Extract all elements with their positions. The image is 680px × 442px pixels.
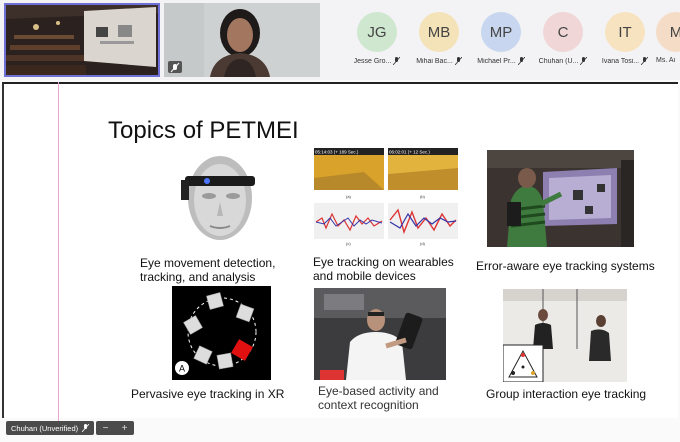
avatar: MB xyxy=(419,12,459,52)
caption-pervasive-xr: Pervasive eye tracking in XR xyxy=(131,387,285,401)
self-view-name-tag: Chuhan (Unverified) xyxy=(6,421,95,435)
timestamp-a: 05:14:03 (+ 189 Sec.) xyxy=(315,150,359,155)
mic-muted-icon xyxy=(454,57,462,65)
video-tile-room[interactable] xyxy=(4,3,160,77)
panel-label-c: (c) xyxy=(346,241,351,246)
panel-label-b: (b) xyxy=(420,194,426,199)
activity-recognition-image xyxy=(314,288,446,380)
caption-error-aware: Error-aware eye tracking systems xyxy=(476,259,655,273)
mic-muted-icon xyxy=(517,57,525,65)
timestamp-b: 06:02:01 (+ 12 Sec.) xyxy=(389,150,430,155)
participant-name: Chuhan (U... xyxy=(538,57,579,65)
caption-group-interaction: Group interaction eye tracking xyxy=(486,387,647,401)
participant-name: Mihai Bac... xyxy=(416,57,453,65)
avatar: M xyxy=(656,12,680,52)
participant-name: Ms. Ai xyxy=(656,57,676,64)
participant-tile[interactable]: IT Ivana Tosi... xyxy=(598,12,652,65)
zoom-out-button[interactable]: − xyxy=(103,423,109,434)
panel-label-a: (a) xyxy=(346,194,352,199)
error-aware-eye-tracking-image xyxy=(487,150,634,247)
participant-tile[interactable]: M Ms. Ai xyxy=(656,12,680,64)
wearable-eye-tracking-figure: 05:14:03 (+ 189 Sec.) 06:02:01 (+ 12 Sec… xyxy=(314,148,458,248)
zoom-in-button[interactable]: + xyxy=(122,423,128,434)
caption-wearables: Eye tracking on wearables and mobile dev… xyxy=(313,255,454,283)
participant-tile[interactable]: JG Jesse Gro... xyxy=(350,12,404,65)
slide-title: Topics of PETMEI xyxy=(108,117,299,144)
caption-eye-movement: Eye movement detection, tracking, and an… xyxy=(140,256,276,284)
mic-muted-icon xyxy=(641,57,649,65)
mic-muted-icon[interactable] xyxy=(82,424,90,432)
room-video xyxy=(6,5,158,75)
participant-tile[interactable]: MB Mihai Bac... xyxy=(412,12,466,65)
zoom-control: − + xyxy=(96,421,134,435)
group-interaction-image xyxy=(503,289,627,382)
xr-eye-tracking-image: A xyxy=(172,286,271,380)
caption-activity-recognition: Eye-based activity and context recogniti… xyxy=(318,384,439,412)
participant-tile[interactable]: C Chuhan (U... xyxy=(536,12,590,65)
speaker-muted-icon xyxy=(168,61,182,73)
avatar: MP xyxy=(481,12,521,52)
participant-strip: JG Jesse Gro... MB Mihai Bac... MP Micha… xyxy=(0,0,680,80)
xr-marker-label: A xyxy=(179,364,185,374)
eye-tracker-head-image xyxy=(177,150,263,250)
avatar: IT xyxy=(605,12,645,52)
avatar: JG xyxy=(357,12,397,52)
speaker-video xyxy=(164,3,320,77)
mic-muted-icon xyxy=(393,57,401,65)
participant-tile[interactable]: MP Michael Pr... xyxy=(474,12,528,65)
mic-muted-icon xyxy=(580,57,588,65)
panel-label-d: (d) xyxy=(420,241,426,246)
self-name: Chuhan (Unverified) xyxy=(11,423,79,433)
participant-name: Ivana Tosi... xyxy=(601,57,640,65)
participant-name: Michael Pr... xyxy=(477,57,516,65)
avatar: C xyxy=(543,12,583,52)
video-tile-speaker[interactable] xyxy=(164,3,320,77)
participant-name: Jesse Gro... xyxy=(353,57,392,65)
slide-guide-line xyxy=(58,82,59,434)
